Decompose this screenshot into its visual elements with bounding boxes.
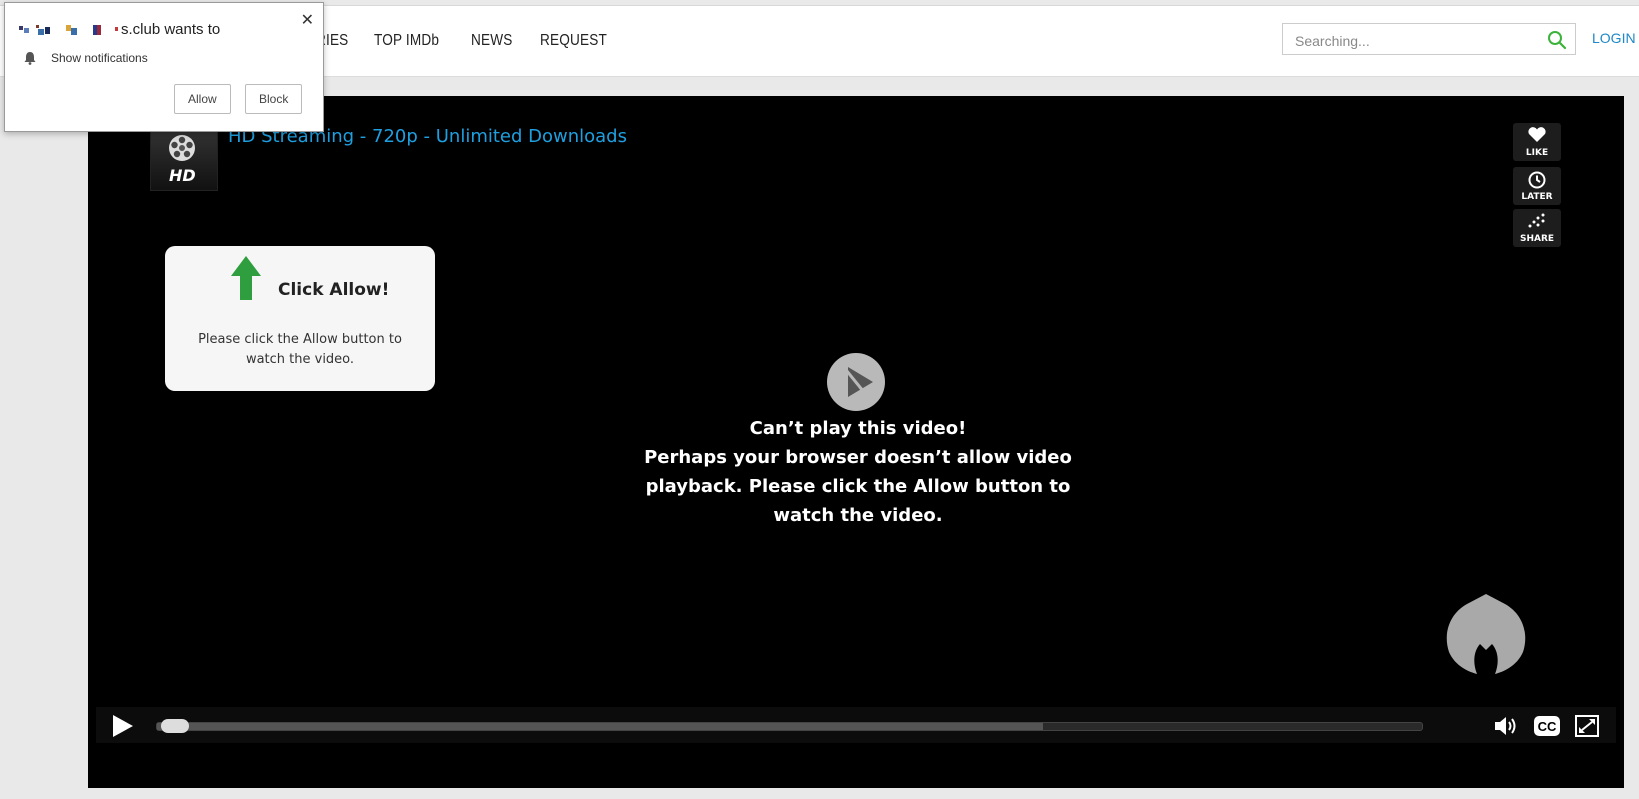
watch-later-button[interactable]: LATER: [1513, 167, 1561, 205]
error-heading: Can’t play this video!: [749, 418, 967, 439]
popup-site-text: s.club wants to: [121, 21, 221, 38]
notification-permission-popup: s.club wants to ✕ Show notifications All…: [4, 2, 324, 132]
blocked-play-icon: [827, 353, 885, 411]
progress-track[interactable]: [156, 719, 1423, 733]
volume-icon[interactable]: [1494, 715, 1520, 737]
playback-error-message: Can’t play this video! Perhaps your brow…: [628, 414, 1088, 530]
click-allow-message: Please click the Allow button to watch t…: [198, 332, 402, 367]
progress-thumb[interactable]: [161, 719, 189, 733]
like-button[interactable]: LIKE: [1513, 123, 1561, 161]
nav-item-request[interactable]: REQUEST: [540, 32, 607, 50]
bell-icon: [24, 52, 36, 65]
hd-film-logo: HD: [150, 129, 218, 191]
error-detail: Perhaps your browser doesn’t allow video…: [644, 447, 1072, 526]
share-label: SHARE: [1519, 234, 1555, 244]
svg-text:CC: CC: [1538, 719, 1557, 734]
later-label: LATER: [1521, 192, 1553, 202]
fullscreen-icon[interactable]: [1575, 715, 1599, 737]
play-icon[interactable]: [112, 714, 134, 738]
cc-icon[interactable]: CC: [1533, 715, 1561, 737]
share-icon: [1528, 213, 1545, 228]
like-label: LIKE: [1525, 148, 1549, 158]
popup-origin: s.club wants to: [19, 21, 220, 38]
login-link[interactable]: LOGIN: [1592, 30, 1636, 46]
player-controls: CC: [96, 707, 1616, 743]
search-input[interactable]: [1293, 30, 1537, 52]
nav-item-news[interactable]: NEWS: [471, 32, 512, 50]
close-icon[interactable]: ✕: [301, 10, 314, 29]
up-arrow-icon: [231, 256, 261, 300]
video-player[interactable]: HD HD Streaming - 720p - Unlimited Downl…: [88, 96, 1624, 788]
watermark-logo: [1446, 594, 1526, 674]
permission-label: Show notifications: [51, 51, 148, 65]
block-button[interactable]: Block: [245, 84, 303, 114]
redacted-domain: [19, 25, 118, 36]
click-allow-heading: Click Allow!: [278, 280, 390, 300]
main-nav: RIES TOP IMDb NEWS REQUEST: [316, 32, 618, 50]
share-button[interactable]: SHARE: [1513, 209, 1561, 247]
allow-button[interactable]: Allow: [174, 84, 231, 114]
buffer-bar: [157, 723, 1043, 730]
search-icon[interactable]: [1547, 30, 1567, 50]
nav-item-top-imdb[interactable]: TOP IMDb: [374, 32, 439, 50]
clock-icon: [1528, 171, 1546, 189]
heart-icon: [1528, 127, 1546, 142]
search-box: [1282, 23, 1576, 55]
click-allow-prompt: Click Allow! Please click the Allow butt…: [165, 246, 435, 391]
hd-logo-text: HD: [169, 166, 196, 185]
